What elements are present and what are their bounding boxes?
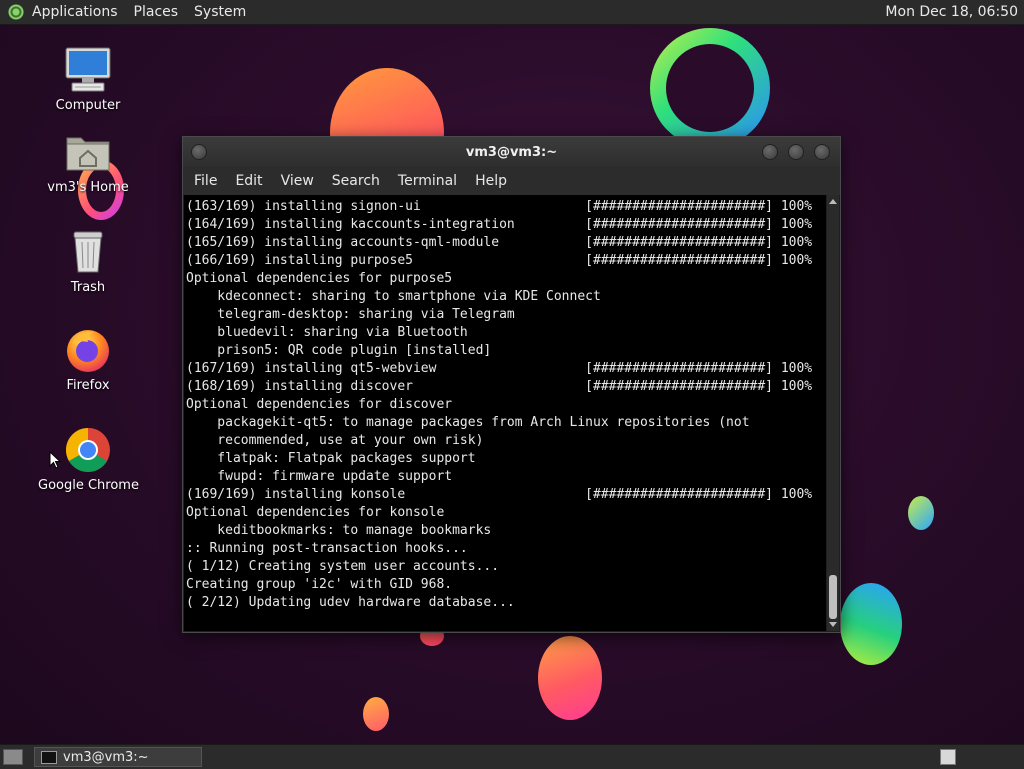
terminal-line: flatpak: Flatpak packages support	[186, 451, 476, 466]
terminal-line: Optional dependencies for konsole	[186, 505, 445, 520]
scrollbar-thumb[interactable]	[829, 575, 837, 619]
places-menu[interactable]: Places	[126, 4, 187, 20]
terminal-line: prison5: QR code plugin [installed]	[186, 343, 492, 358]
workspace-switcher[interactable]	[940, 749, 956, 765]
terminal-line: (167/169) installing qt5-webview [######…	[186, 361, 813, 376]
desktop-icon-label: Trash	[70, 280, 106, 295]
taskbar-task-label: vm3@vm3:~	[63, 749, 149, 765]
terminal-scrollbar[interactable]	[827, 195, 839, 631]
chrome-icon	[64, 426, 112, 474]
terminal-line: keditbookmarks: to manage bookmarks	[186, 523, 492, 538]
terminal-line: Optional dependencies for purpose5	[186, 271, 453, 286]
system-menu[interactable]: System	[186, 4, 254, 20]
desktop-icon-label: Google Chrome	[38, 478, 139, 493]
terminal-output[interactable]: (163/169) installing signon-ui [########…	[184, 195, 826, 631]
clock[interactable]: Mon Dec 18, 06:50	[885, 4, 1024, 20]
menu-search[interactable]: Search	[323, 173, 389, 189]
menu-edit[interactable]: Edit	[226, 173, 271, 189]
taskbar-terminal-button[interactable]: vm3@vm3:~	[34, 747, 202, 767]
home-folder-icon	[64, 128, 112, 176]
terminal-line: (169/169) installing konsole [##########…	[186, 487, 813, 502]
terminal-line: Optional dependencies for discover	[186, 397, 453, 412]
window-titlebar[interactable]: vm3@vm3:~	[183, 137, 840, 167]
terminal-line: kdeconnect: sharing to smartphone via KD…	[186, 289, 601, 304]
mate-logo-icon[interactable]	[8, 4, 24, 20]
wallpaper-blob	[363, 697, 389, 731]
terminal-line: ( 2/12) Updating udev hardware database.…	[186, 595, 515, 610]
applications-menu[interactable]: Applications	[30, 4, 126, 20]
terminal-line: (164/169) installing kaccounts-integrati…	[186, 217, 813, 232]
terminal-line: (166/169) installing purpose5 [#########…	[186, 253, 813, 268]
mouse-pointer-icon	[49, 451, 61, 469]
top-panel: Applications Places System Mon Dec 18, 0…	[0, 0, 1024, 25]
minimize-button[interactable]	[762, 144, 778, 160]
terminal-line: (163/169) installing signon-ui [########…	[186, 199, 813, 214]
scroll-up-arrow-icon[interactable]	[829, 199, 837, 204]
window-title: vm3@vm3:~	[465, 145, 558, 160]
menu-view[interactable]: View	[272, 173, 323, 189]
wallpaper-blob	[538, 636, 602, 720]
desktop-icon-computer[interactable]: Computer	[38, 46, 138, 113]
terminal-line: bluedevil: sharing via Bluetooth	[186, 325, 468, 340]
terminal-line: telegram-desktop: sharing via Telegram	[186, 307, 515, 322]
terminal-line: recommended, use at your own risk)	[186, 433, 484, 448]
terminal-line: ( 1/12) Creating system user accounts...	[186, 559, 500, 574]
terminal-icon	[41, 750, 57, 764]
menu-help[interactable]: Help	[466, 173, 516, 189]
show-desktop-icon[interactable]	[3, 749, 23, 765]
scroll-down-arrow-icon[interactable]	[829, 622, 837, 627]
trash-icon	[64, 228, 112, 276]
terminal-line: fwupd: firmware update support	[186, 469, 453, 484]
firefox-icon	[64, 326, 112, 374]
terminal-window[interactable]: vm3@vm3:~ File Edit View Search Terminal…	[182, 136, 841, 633]
wallpaper-ring	[650, 28, 770, 148]
desktop-icon-trash[interactable]: Trash	[38, 228, 138, 295]
desktop-icon-home[interactable]: vm3's Home	[38, 128, 138, 195]
desktop-icon-label: Computer	[55, 98, 121, 113]
window-menubar: File Edit View Search Terminal Help	[183, 167, 840, 195]
desktop-icon-label: Firefox	[66, 378, 110, 393]
menu-terminal[interactable]: Terminal	[389, 173, 466, 189]
wallpaper-blob	[908, 496, 934, 530]
terminal-line: (168/169) installing discover [#########…	[186, 379, 813, 394]
terminal-line: :: Running post-transaction hooks...	[186, 541, 468, 556]
close-button[interactable]	[814, 144, 830, 160]
bottom-panel: vm3@vm3:~	[0, 744, 1024, 769]
menu-file[interactable]: File	[185, 173, 226, 189]
desktop-icon-label: vm3's Home	[47, 180, 129, 195]
maximize-button[interactable]	[788, 144, 804, 160]
terminal-line: (165/169) installing accounts-qml-module…	[186, 235, 813, 250]
desktop-icon-firefox[interactable]: Firefox	[38, 326, 138, 393]
terminal-line: Creating group 'i2c' with GID 968.	[186, 577, 453, 592]
computer-icon	[64, 46, 112, 94]
wallpaper-blob	[840, 583, 902, 665]
terminal-line: packagekit-qt5: to manage packages from …	[186, 415, 750, 430]
